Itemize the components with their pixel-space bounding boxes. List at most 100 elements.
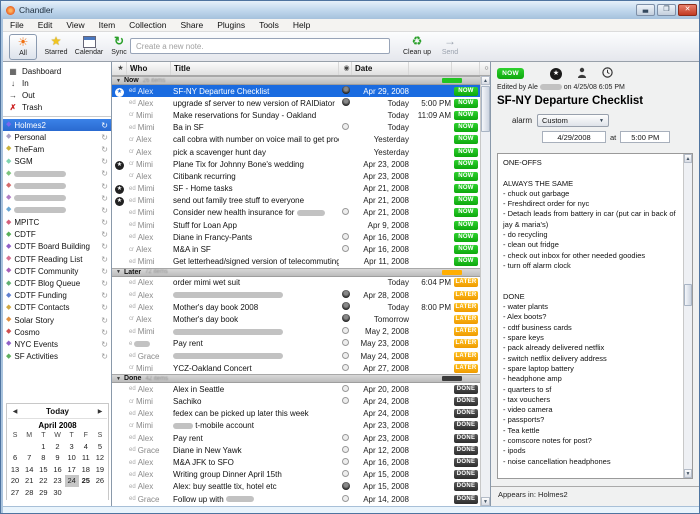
calendar-day[interactable]: 4: [79, 441, 93, 453]
sidebar-collection-cdtf[interactable]: ◆ CDTF ↻: [3, 229, 111, 241]
list-row[interactable]: ed Mimi Consider new health insurance for …: [112, 207, 480, 219]
sidebar-item-in[interactable]: ↓ In: [3, 77, 111, 89]
list-row[interactable]: ed Grace Follow up with Apr 14, 2008 DONE: [112, 493, 480, 505]
scroll-down-icon[interactable]: ▼: [481, 497, 490, 506]
calendar-day[interactable]: 18: [79, 464, 93, 476]
sidebar-collection-cdtf-contacts[interactable]: ◆ CDTF Contacts ↻: [3, 302, 111, 314]
sidebar-collection-holmes2[interactable]: ◆ Holmes2 ↻: [3, 119, 111, 132]
calendar-day[interactable]: 12: [93, 452, 107, 464]
sort-column-header-icon[interactable]: ○: [480, 62, 490, 75]
sidebar-collection-mpitc[interactable]: ◆ MPITC ↻: [3, 217, 111, 229]
sidebar-collection-cdtf-community[interactable]: ◆ CDTF Community ↻: [3, 265, 111, 277]
send-button[interactable]: → Send: [437, 34, 463, 60]
section-header-now[interactable]: ▼ Now 26 items: [112, 76, 480, 85]
calendar-day[interactable]: 2: [50, 441, 64, 453]
calendar-day[interactable]: 22: [36, 475, 50, 487]
list-row[interactable]: ed Mimi Ba in SF Today NOW: [112, 122, 480, 134]
sidebar-collection-cdtf-reading-list[interactable]: ◆ CDTF Reading List ↻: [3, 253, 111, 265]
cleanup-button[interactable]: ♻ Clean up: [401, 34, 433, 60]
calendar-day[interactable]: 21: [22, 475, 36, 487]
calendar-day[interactable]: 11: [79, 452, 93, 464]
list-row[interactable]: ed Alex Alex: buy seattle tix, hotel etc Ap…: [112, 481, 480, 493]
sidebar-collection-thefam[interactable]: ◆ TheFam ↻: [3, 143, 111, 155]
calendar-day[interactable]: 27: [8, 487, 22, 499]
list-row[interactable]: cr Mimi t-mobile account Apr 23, 2008 DONE: [112, 420, 480, 432]
sidebar-collection-nyc-events[interactable]: ◆ NYC Events ↻: [3, 338, 111, 350]
list-row[interactable]: ed Mimi Stuff for Loan App Apr 9, 2008 NOW: [112, 219, 480, 231]
toolbar-calendar-button[interactable]: Calendar: [73, 34, 105, 60]
list-row[interactable]: cr Mimi Sachiko Apr 24, 2008 DONE: [112, 396, 480, 408]
list-row[interactable]: ★ ed Alex SF-NY Departure Checklist Apr 29, …: [112, 85, 480, 98]
menu-file[interactable]: File: [3, 20, 31, 30]
sidebar-collection-sgm[interactable]: ◆ SGM ↻: [3, 156, 111, 168]
sidebar-collection-cosmo[interactable]: ◆ Cosmo ↻: [3, 326, 111, 338]
list-row[interactable]: ★ ed Mimi send out family tree stuff to eve…: [112, 195, 480, 207]
list-row[interactable]: ★ ed Mimi SF - Home tasks Apr 21, 2008 NOW: [112, 183, 480, 195]
calendar-day[interactable]: 7: [22, 452, 36, 464]
list-row[interactable]: ed Alex Pay rent Apr 23, 2008 DONE: [112, 432, 480, 444]
sidebar-collection-cdtf-board-building[interactable]: ◆ CDTF Board Building ↻: [3, 241, 111, 253]
calendar-day[interactable]: 5: [93, 441, 107, 453]
calendar-day[interactable]: 10: [65, 452, 79, 464]
calendar-day[interactable]: 17: [65, 464, 79, 476]
title-column-header[interactable]: Title: [171, 62, 339, 75]
menu-help[interactable]: Help: [286, 20, 317, 30]
list-row[interactable]: cr Alex Mother's day book Tomorrow LATER: [112, 313, 480, 325]
toolbar-sync-button[interactable]: ↻ Sync: [107, 34, 131, 60]
sidebar-collection-solar-story[interactable]: ◆ Solar Story ↻: [3, 314, 111, 326]
sidebar-item-dashboard[interactable]: ▦ Dashboard: [3, 65, 111, 77]
calendar-day[interactable]: 30: [50, 487, 64, 499]
list-row[interactable]: cr Alex M&A in SF Apr 16, 2008 NOW: [112, 243, 480, 255]
sidebar-collection-personal[interactable]: ◆ Personal ↻: [3, 131, 111, 143]
list-row[interactable]: ed Grace Diane in New Yawk Apr 12, 2008 DONE: [112, 444, 480, 456]
calendar-day[interactable]: 8: [36, 452, 50, 464]
list-scrollbar[interactable]: ▲ ▼: [480, 76, 490, 506]
list-row[interactable]: ed Alex Apr 28, 2008 LATER: [112, 289, 480, 301]
menu-item[interactable]: Item: [92, 20, 123, 30]
notes-scroll-up-icon[interactable]: ▲: [684, 154, 692, 163]
calendar-today-button[interactable]: Today: [22, 407, 93, 416]
notes-scrollbar-thumb[interactable]: [684, 284, 692, 306]
section-header-done[interactable]: ▼ Done 42 items: [112, 374, 480, 384]
sidebar-collection-cdtf-blog-queue[interactable]: ◆ CDTF Blog Queue ↻: [3, 277, 111, 289]
close-button[interactable]: ✕: [678, 4, 697, 16]
calendar-day[interactable]: 23: [50, 475, 64, 487]
list-row[interactable]: cr Mimi Make reservations for Sunday - Oak…: [112, 109, 480, 121]
toolbar-all-button[interactable]: ☀ All: [9, 34, 37, 60]
list-row[interactable]: ed Alex Writing group Dinner April 15th Apr…: [112, 469, 480, 481]
calendar-day[interactable]: 14: [22, 464, 36, 476]
date-column-header[interactable]: Date: [352, 62, 409, 75]
list-row[interactable]: ed Alex fedex can be picked up later this …: [112, 408, 480, 420]
alarm-dropdown[interactable]: Custom ▼: [537, 114, 609, 127]
list-row[interactable]: ★ cr Mimi Plane Tix for Johnny Bone's weddi…: [112, 158, 480, 170]
list-row[interactable]: ed Alex upgrade sf server to new version o…: [112, 97, 480, 109]
scroll-up-icon[interactable]: ▲: [481, 76, 490, 85]
list-row[interactable]: cr Alex Citibank recurring Apr 23, 2008 NOW: [112, 170, 480, 182]
list-row[interactable]: cr Mimi YCZ-Oakland Concert Apr 27, 2008 LAT…: [112, 362, 480, 374]
list-scrollbar-thumb[interactable]: [481, 86, 490, 132]
star-column-header-icon[interactable]: ★: [112, 62, 127, 75]
calendar-day[interactable]: 16: [50, 464, 64, 476]
menu-collection[interactable]: Collection: [122, 20, 173, 30]
toolbar-starred-button[interactable]: ★ Starred: [41, 34, 71, 60]
sidebar-collection-redacted[interactable]: ◆ ↻: [3, 204, 111, 216]
section-header-later[interactable]: ▼ Later 72 items: [112, 267, 480, 277]
notes-scroll-down-icon[interactable]: ▼: [684, 469, 692, 478]
notes-scrollbar[interactable]: ▲ ▼: [683, 154, 692, 478]
menu-share[interactable]: Share: [174, 20, 211, 30]
menu-edit[interactable]: Edit: [31, 20, 60, 30]
sidebar-item-trash[interactable]: ✗ Trash: [3, 101, 111, 113]
alarm-date-field[interactable]: [542, 131, 606, 143]
calendar-day[interactable]: 9: [50, 452, 64, 464]
list-row[interactable]: ed Mimi May 2, 2008 LATER: [112, 326, 480, 338]
calendar-day[interactable]: 15: [36, 464, 50, 476]
sidebar-collection-redacted[interactable]: ◆ ↻: [3, 168, 111, 180]
calendar-day[interactable]: 13: [8, 464, 22, 476]
calendar-next-icon[interactable]: ▶: [93, 408, 107, 415]
calendar-day[interactable]: 19: [93, 464, 107, 476]
new-note-input[interactable]: [130, 38, 390, 54]
calendar-day[interactable]: 24: [64, 475, 79, 487]
list-row[interactable]: ed Grace May 24, 2008 LATER: [112, 350, 480, 362]
list-row[interactable]: ed Alex Mother's day book 2008 Today 8:00 PM…: [112, 301, 480, 313]
menu-tools[interactable]: Tools: [252, 20, 286, 30]
